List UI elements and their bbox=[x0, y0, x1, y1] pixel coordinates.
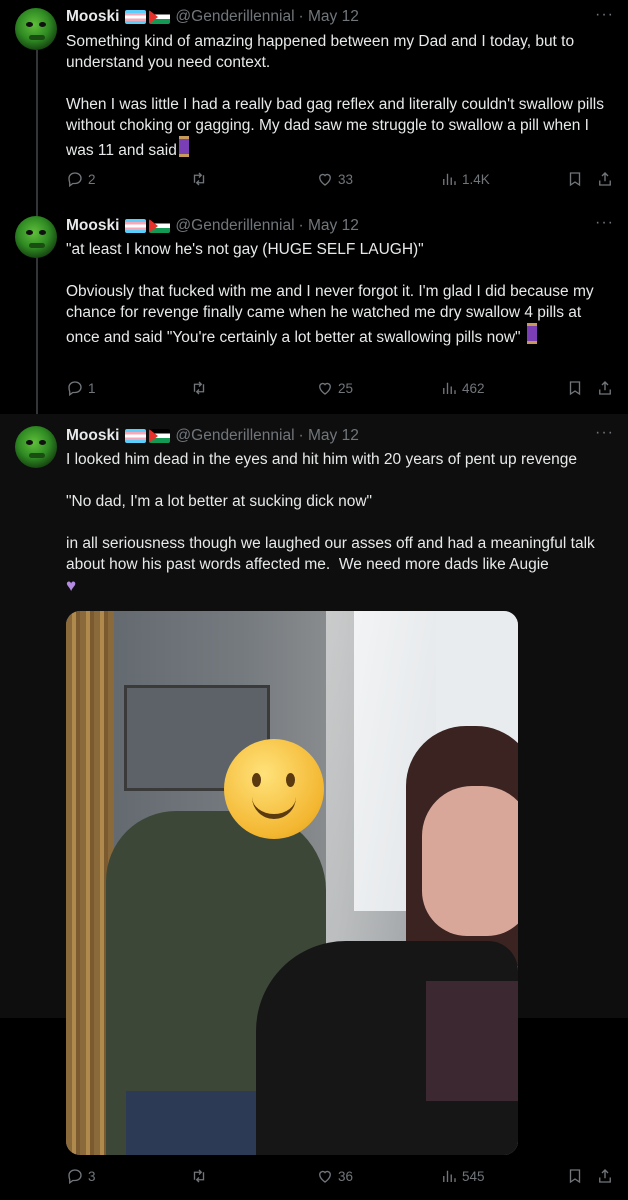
author-handle[interactable]: @Genderillennial bbox=[175, 8, 294, 26]
more-icon[interactable]: ··· bbox=[595, 214, 614, 232]
avatar[interactable] bbox=[15, 216, 57, 258]
retweet-icon bbox=[193, 1169, 205, 1183]
like-count: 25 bbox=[338, 380, 354, 396]
retweet-button[interactable] bbox=[190, 170, 212, 188]
author-name[interactable]: Mooski bbox=[66, 8, 119, 26]
like-icon bbox=[319, 382, 331, 395]
bookmark-button[interactable] bbox=[566, 170, 584, 188]
smiley-emoji-icon bbox=[224, 739, 324, 839]
tweet-1[interactable]: Mooski @Genderillennial · May 12 ··· Som… bbox=[0, 0, 628, 208]
reply-icon bbox=[68, 381, 82, 397]
author-name[interactable]: Mooski bbox=[66, 427, 119, 445]
bookmark-button[interactable] bbox=[566, 1167, 584, 1185]
views-count: 545 bbox=[462, 1168, 485, 1184]
reply-count: 1 bbox=[88, 380, 96, 396]
share-button[interactable] bbox=[596, 1167, 614, 1185]
transgender-flag-icon bbox=[125, 10, 147, 24]
share-icon bbox=[599, 1169, 611, 1183]
tweet-text: I looked him dead in the eyes and hit hi… bbox=[66, 451, 595, 595]
reply-button[interactable]: 1 bbox=[66, 379, 96, 397]
share-icon bbox=[599, 381, 611, 395]
like-count: 36 bbox=[338, 1168, 354, 1184]
reply-button[interactable]: 2 bbox=[66, 170, 96, 188]
tweet-header: Mooski @Genderillennial · May 12 bbox=[66, 8, 359, 26]
tweet-text: "at least I know he's not gay (HUGE SELF… bbox=[66, 241, 594, 346]
like-icon bbox=[319, 173, 331, 186]
more-icon[interactable]: ··· bbox=[595, 424, 614, 442]
reply-button[interactable]: 3 bbox=[66, 1167, 96, 1185]
retweet-icon bbox=[193, 381, 205, 395]
author-handle[interactable]: @Genderillennial bbox=[175, 217, 294, 235]
like-button[interactable]: 33 bbox=[316, 170, 353, 188]
tweet-header: Mooski @Genderillennial · May 12 bbox=[66, 427, 359, 445]
more-icon[interactable]: ··· bbox=[595, 6, 614, 24]
retweet-button[interactable] bbox=[190, 1167, 212, 1185]
purple-heart-icon: ♥ bbox=[66, 576, 77, 595]
like-button[interactable]: 36 bbox=[316, 1167, 353, 1185]
bookmark-icon bbox=[569, 381, 581, 396]
retweet-button[interactable] bbox=[190, 379, 212, 397]
transgender-flag-icon bbox=[125, 429, 147, 443]
avatar[interactable] bbox=[15, 8, 57, 50]
reply-count: 2 bbox=[88, 171, 96, 187]
views-button[interactable]: 545 bbox=[440, 1167, 485, 1185]
like-icon bbox=[319, 1170, 331, 1183]
views-button[interactable]: 462 bbox=[440, 379, 485, 397]
tweet-text: Something kind of amazing happened betwe… bbox=[66, 33, 604, 159]
tweet-photo[interactable] bbox=[66, 611, 518, 1155]
views-icon bbox=[443, 1170, 456, 1182]
palestine-flag-icon bbox=[149, 10, 171, 24]
reply-count: 3 bbox=[88, 1168, 96, 1184]
reply-icon bbox=[68, 1169, 82, 1185]
views-count: 462 bbox=[462, 380, 485, 396]
tweet-header: Mooski @Genderillennial · May 12 bbox=[66, 217, 359, 235]
like-button[interactable]: 25 bbox=[316, 379, 353, 397]
views-count: 1.4K bbox=[462, 171, 490, 187]
avatar[interactable] bbox=[15, 426, 57, 468]
tweet-3[interactable]: Mooski @Genderillennial · May 12 ··· I l… bbox=[0, 414, 628, 1200]
share-button[interactable] bbox=[596, 379, 614, 397]
bookmark-icon bbox=[569, 172, 581, 187]
tweet-date[interactable]: · May 12 bbox=[299, 427, 359, 445]
tweet-2[interactable]: Mooski @Genderillennial · May 12 ··· "at… bbox=[0, 208, 628, 414]
like-count: 33 bbox=[338, 171, 354, 187]
tweet-actions: 2 33 1.4K bbox=[66, 170, 616, 192]
author-name[interactable]: Mooski bbox=[66, 217, 119, 235]
share-button[interactable] bbox=[596, 170, 614, 188]
retweet-icon bbox=[193, 172, 205, 186]
views-icon bbox=[443, 173, 456, 185]
thread-spool-icon bbox=[526, 323, 537, 344]
views-icon bbox=[443, 382, 456, 394]
tweet-actions: 1 25 462 bbox=[66, 379, 616, 401]
palestine-flag-icon bbox=[149, 219, 171, 233]
tweet-actions: 3 36 545 bbox=[66, 1167, 616, 1189]
transgender-flag-icon bbox=[125, 219, 147, 233]
thread-spool-icon bbox=[178, 136, 189, 157]
views-button[interactable]: 1.4K bbox=[440, 170, 490, 188]
bookmark-icon bbox=[569, 1169, 581, 1184]
author-handle[interactable]: @Genderillennial bbox=[175, 427, 294, 445]
tweet-date[interactable]: · May 12 bbox=[299, 217, 359, 235]
reply-icon bbox=[68, 172, 82, 188]
bookmark-button[interactable] bbox=[566, 379, 584, 397]
palestine-flag-icon bbox=[149, 429, 171, 443]
tweet-date[interactable]: · May 12 bbox=[299, 8, 359, 26]
share-icon bbox=[599, 172, 611, 186]
